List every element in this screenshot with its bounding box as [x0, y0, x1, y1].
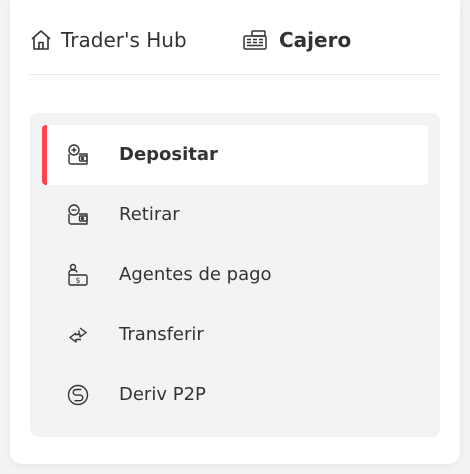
cashier-icon — [242, 28, 268, 52]
deposit-icon — [66, 143, 90, 167]
payment-agent-icon: $ — [66, 263, 90, 287]
breadcrumb-cashier: Cajero — [242, 22, 351, 58]
breadcrumb-traders-hub-label: Trader's Hub — [61, 28, 187, 52]
svg-text:$: $ — [76, 276, 81, 285]
menu-item-withdraw[interactable]: Retirar — [42, 185, 428, 245]
menu-item-label: Transferir — [119, 324, 204, 345]
p2p-icon — [66, 383, 90, 407]
menu-item-transfer[interactable]: Transferir — [42, 305, 428, 365]
breadcrumb-cashier-label: Cajero — [279, 28, 352, 52]
breadcrumb-traders-hub[interactable]: Trader's Hub — [30, 22, 187, 58]
menu-item-payment-agents[interactable]: $ Agentes de pago — [42, 245, 428, 305]
home-icon — [30, 29, 52, 51]
withdraw-icon — [66, 203, 90, 227]
menu-item-deposit[interactable]: Depositar — [42, 125, 428, 185]
menu-item-label: Retirar — [119, 204, 180, 225]
cashier-menu: Depositar Retirar $ Agentes de pago Tran… — [30, 113, 440, 437]
breadcrumb: Trader's Hub Cajero — [30, 0, 440, 75]
menu-item-label: Deriv P2P — [119, 384, 206, 405]
cashier-panel: Trader's Hub Cajero Depositar Retirar $ … — [10, 0, 460, 464]
menu-item-label: Agentes de pago — [119, 264, 272, 285]
menu-item-deriv-p2p[interactable]: Deriv P2P — [42, 365, 428, 425]
transfer-icon — [66, 323, 90, 347]
menu-item-label: Depositar — [119, 144, 218, 165]
